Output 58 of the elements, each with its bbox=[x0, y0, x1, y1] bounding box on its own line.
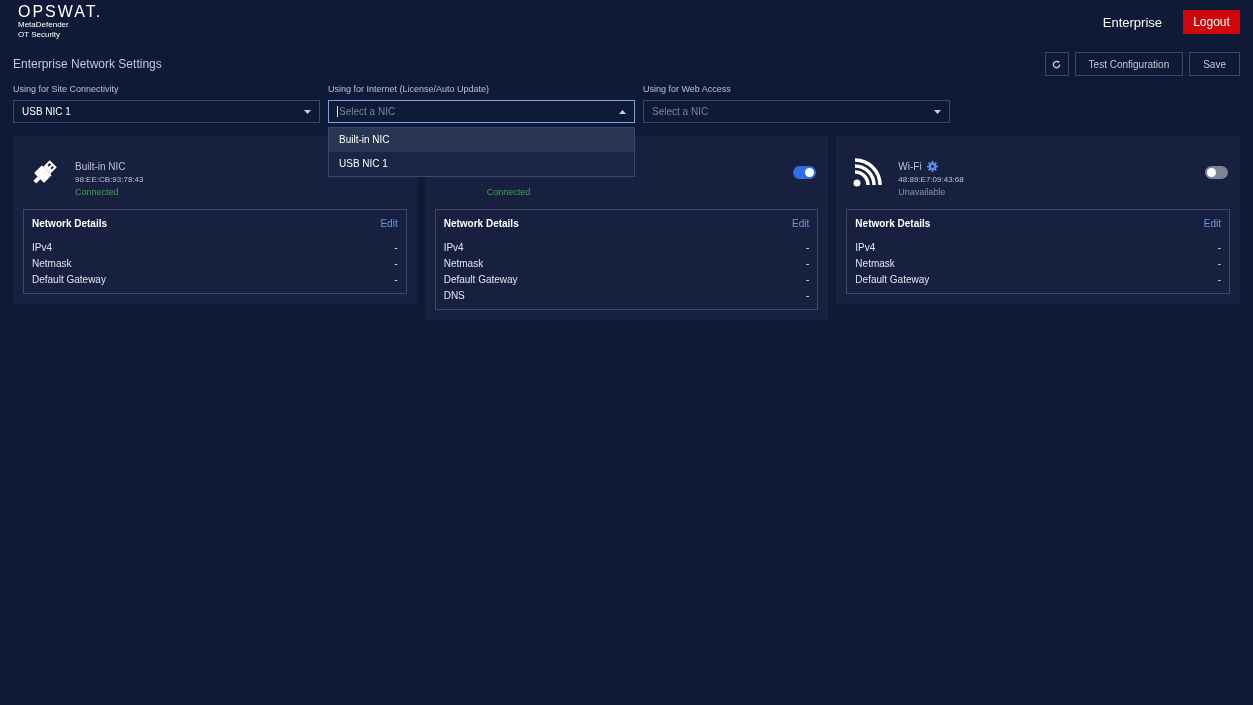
detail-label: Netmask bbox=[32, 257, 72, 269]
edit-link[interactable]: Edit bbox=[1203, 218, 1221, 229]
detail-value: - bbox=[394, 273, 398, 285]
caret-icon bbox=[619, 109, 626, 114]
detail-value: - bbox=[1217, 257, 1221, 269]
product-name: MetaDefender bbox=[18, 20, 70, 30]
edit-link[interactable]: Edit bbox=[792, 218, 810, 229]
field-label: Using for Site Connectivity bbox=[13, 84, 120, 94]
brand-logo: OPSWAT. bbox=[18, 4, 103, 20]
toggle-switch[interactable] bbox=[793, 166, 817, 179]
nic-select[interactable]: Select a NIC bbox=[328, 100, 635, 123]
dropdown-option[interactable]: USB NIC 1 bbox=[329, 152, 634, 176]
detail-value: - bbox=[394, 257, 398, 269]
detail-label: IPv4 bbox=[855, 241, 876, 253]
field-label: Using for Web Access bbox=[643, 84, 732, 94]
detail-value: - bbox=[806, 241, 810, 253]
save-button[interactable]: Save bbox=[1189, 52, 1240, 76]
detail-value: - bbox=[806, 257, 810, 269]
mac-address: 48:89:E7:09:43:68 bbox=[898, 175, 965, 184]
detail-label: Default Gateway bbox=[32, 273, 106, 285]
detail-value: - bbox=[806, 273, 810, 285]
toggle-switch[interactable] bbox=[1205, 166, 1228, 179]
detail-value: - bbox=[1217, 273, 1221, 285]
detail-label: IPv4 bbox=[32, 241, 52, 253]
detail-value: - bbox=[1217, 241, 1221, 253]
edit-link[interactable]: Edit bbox=[380, 218, 398, 229]
details-title: Network Details bbox=[855, 218, 931, 229]
refresh-button[interactable] bbox=[1044, 52, 1069, 76]
detail-label: Netmask bbox=[443, 257, 484, 269]
rss-signal-icon bbox=[852, 157, 883, 188]
detail-label: Default Gateway bbox=[855, 273, 930, 285]
mode-label: Enterprise bbox=[1102, 14, 1162, 30]
mac-address: 98:EE:CB:93:78:43 bbox=[75, 175, 145, 184]
settings-icon[interactable] bbox=[926, 161, 938, 172]
detail-value: - bbox=[806, 289, 810, 301]
detail-label: Netmask bbox=[855, 257, 895, 269]
nic-name: Built-in NIC bbox=[75, 161, 126, 172]
detail-label: DNS bbox=[443, 289, 465, 301]
detail-label: Default Gateway bbox=[443, 273, 518, 285]
logout-button[interactable]: Logout bbox=[1183, 10, 1240, 34]
connection-status: Connected bbox=[75, 187, 120, 197]
connection-status: Unavailable bbox=[898, 187, 947, 197]
nic-name: Wi-Fi bbox=[898, 161, 922, 172]
details-title: Network Details bbox=[443, 218, 519, 229]
caret-icon bbox=[934, 109, 941, 114]
details-title: Network Details bbox=[32, 218, 108, 229]
connection-status: Connected bbox=[486, 187, 532, 197]
nic-select[interactable]: Select a NIC bbox=[643, 100, 950, 123]
refresh-icon bbox=[1052, 59, 1062, 69]
dropdown-option[interactable]: Built-in NIC bbox=[329, 128, 634, 152]
caret-icon bbox=[304, 109, 311, 114]
test-configuration-button[interactable]: Test Configuration bbox=[1074, 52, 1184, 76]
nic-select[interactable]: USB NIC 1 bbox=[13, 100, 320, 123]
detail-label: IPv4 bbox=[443, 241, 464, 253]
detail-value: - bbox=[394, 241, 398, 253]
field-label: Using for Internet (License/Auto Update) bbox=[328, 84, 491, 94]
product-name: OT Security bbox=[18, 30, 62, 40]
page-title: Enterprise Network Settings bbox=[13, 57, 162, 71]
